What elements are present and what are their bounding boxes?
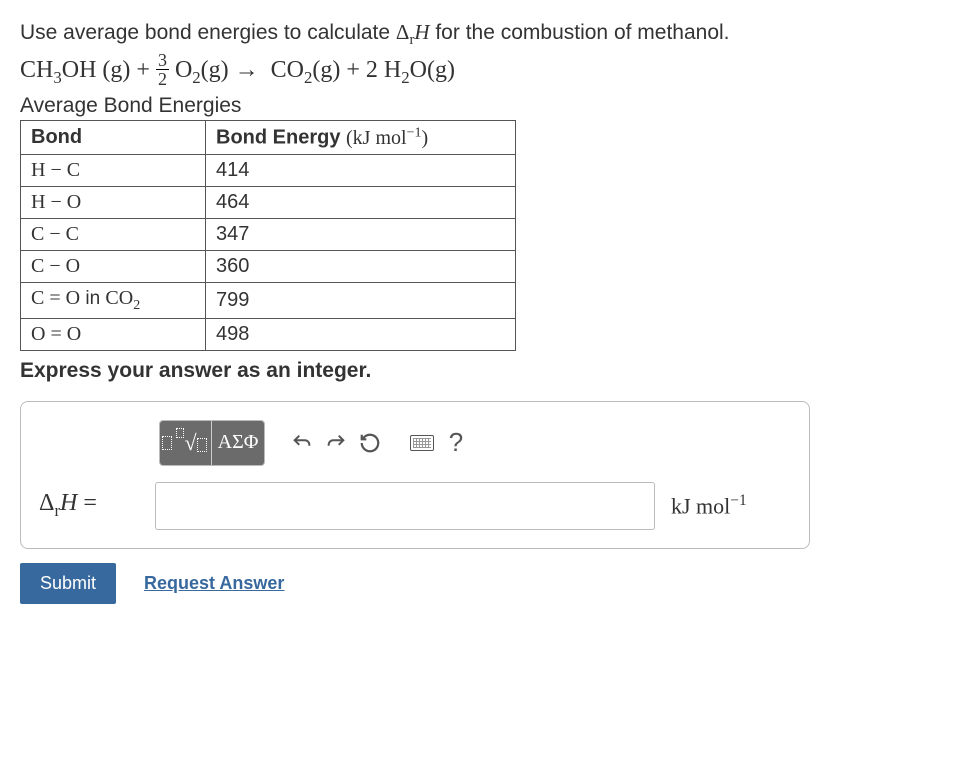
submit-row: Submit Request Answer [20,563,950,604]
table-row: C − C 347 [21,218,516,250]
answer-input-row: ΔrH = kJ mol−1 [39,482,791,530]
table-row: O = O 498 [21,318,516,350]
answer-instruction: Express your answer as an integer. [20,359,950,383]
answer-input[interactable] [155,482,655,530]
table-heading: Average Bond Energies [20,94,950,118]
help-button[interactable]: ? [439,421,473,465]
bond-energy-table: Bond Bond Energy (kJ mol−1) H − C 414 H … [20,120,516,351]
prompt-text-before: Use average bond energies to calculate [20,21,396,44]
request-answer-link[interactable]: Request Answer [144,573,284,594]
header-bond: Bond [21,121,206,155]
math-template-button[interactable]: √ [160,421,212,465]
greek-letters-button[interactable]: ΑΣΦ [212,421,264,465]
table-row: C = O in CO2 799 [21,282,516,318]
undo-button[interactable] [285,421,319,465]
table-row: H − C 414 [21,154,516,186]
format-group: √ ΑΣΦ [159,420,265,466]
reset-button[interactable] [353,421,387,465]
keyboard-icon [410,435,434,451]
answer-units: kJ mol−1 [671,492,747,519]
redo-button[interactable] [319,421,353,465]
table-row: H − O 464 [21,186,516,218]
prompt-text-after: for the combustion of methanol. [430,21,730,44]
answer-lhs: ΔrH = [39,490,139,521]
answer-panel: √ ΑΣΦ ? ΔrH = kJ mol−1 [20,401,810,549]
submit-button[interactable]: Submit [20,563,116,604]
question-prompt: Use average bond energies to calculate Δ… [20,20,950,49]
table-row: C − O 360 [21,250,516,282]
equation-toolbar: √ ΑΣΦ ? [159,420,791,466]
table-header-row: Bond Bond Energy (kJ mol−1) [21,121,516,155]
header-energy: Bond Energy (kJ mol−1) [206,121,516,155]
keyboard-button[interactable] [405,421,439,465]
chemical-equation: CH3OH (g) + 32 O2(g) → CO2(g) + 2 H2O(g) [20,53,950,90]
